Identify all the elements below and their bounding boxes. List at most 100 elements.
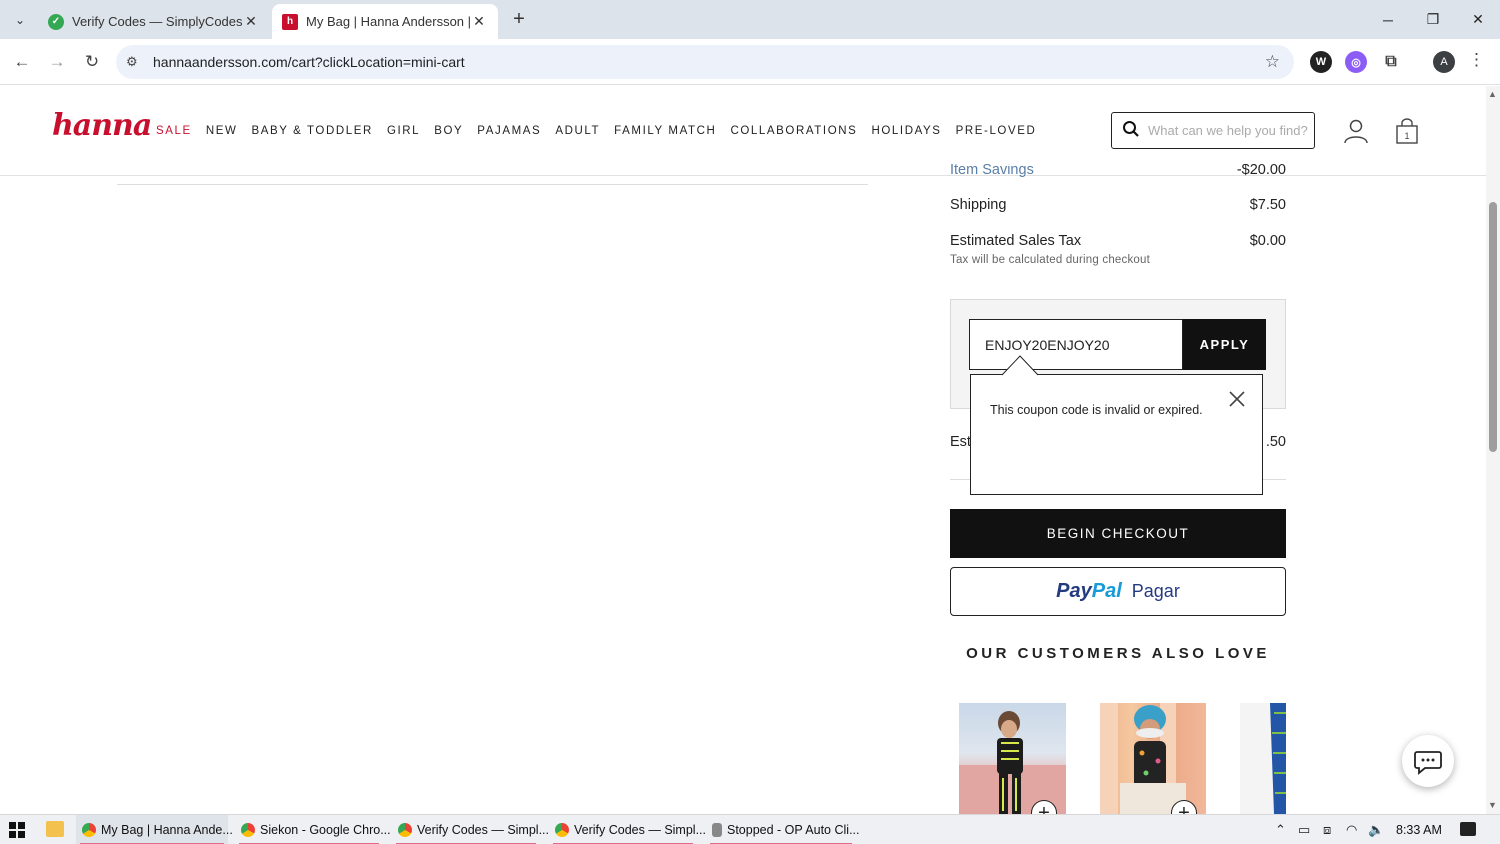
popover-arrow — [1002, 355, 1039, 376]
paypal-label: Pagar — [1131, 581, 1180, 601]
bag-count: 1 — [1404, 131, 1409, 141]
tax-row: Estimated Sales Tax $0.00 — [950, 233, 1286, 249]
chat-widget-button[interactable] — [1402, 735, 1454, 787]
paypal-button[interactable]: Pay Pal Pagar — [950, 567, 1286, 616]
search-icon — [1122, 120, 1140, 143]
battery-icon[interactable]: ▭ — [1298, 822, 1310, 838]
address-bar[interactable]: ⚙ hannaandersson.com/cart?clickLocation=… — [116, 45, 1294, 79]
taskbar-item-op-auto-clicker[interactable]: Stopped - OP Auto Cli... — [706, 815, 860, 844]
url-text[interactable]: hannaandersson.com/cart?clickLocation=mi… — [153, 54, 465, 70]
tablet-icon[interactable]: ⧈ — [1323, 822, 1331, 838]
close-popover-icon[interactable] — [1227, 389, 1247, 409]
chrome-icon — [241, 823, 255, 837]
wifi-icon[interactable]: ◠ — [1346, 822, 1357, 838]
tab-title: My Bag | Hanna Andersson | Ha — [306, 14, 470, 29]
volume-icon[interactable]: 🔈 — [1368, 822, 1384, 838]
profile-avatar[interactable]: A — [1433, 51, 1455, 73]
coupon-error-popover: This coupon code is invalid or expired. — [970, 374, 1263, 495]
close-tab-icon[interactable]: ✕ — [242, 13, 260, 30]
item-savings-label[interactable]: Item Savings — [950, 164, 1034, 178]
nav-adult[interactable]: ADULT — [555, 125, 600, 137]
notification-center-icon[interactable] — [1460, 822, 1476, 836]
also-love-heading: OUR CUSTOMERS ALSO LOVE — [966, 645, 1270, 662]
simplycodes-favicon-icon: ✓ — [48, 13, 64, 30]
chat-icon — [1414, 751, 1442, 775]
site-search-input[interactable]: What can we help you find? — [1111, 112, 1315, 149]
bookmark-star-icon[interactable]: ☆ — [1265, 52, 1280, 72]
scrollbar-thumb[interactable] — [1489, 202, 1497, 452]
new-tab-button[interactable]: + — [508, 8, 530, 30]
tray-overflow-icon[interactable]: ⌃ — [1275, 822, 1286, 838]
tab-title: Verify Codes — SimplyCodes — [72, 14, 242, 29]
reload-icon[interactable]: ↻ — [79, 49, 105, 75]
file-explorer-icon[interactable] — [46, 821, 64, 837]
taskbar-item-label: Verify Codes — Simpl... — [417, 823, 549, 837]
account-icon[interactable] — [1343, 118, 1369, 144]
nav-family-match[interactable]: FAMILY MATCH — [614, 125, 716, 137]
tab-my-bag[interactable]: h My Bag | Hanna Andersson | Ha ✕ — [272, 4, 498, 39]
product-card[interactable]: + — [959, 703, 1066, 814]
shipping-row: Shipping $7.50 — [950, 197, 1286, 213]
system-clock[interactable]: 8:33 AM — [1396, 823, 1442, 837]
windows-taskbar: My Bag | Hanna Ande... Siekon - Google C… — [0, 814, 1500, 844]
site-header: hanna SALE NEW BABY & TODDLER GIRL BOY P… — [0, 86, 1486, 176]
shipping-label: Shipping — [950, 197, 1007, 213]
browser-toolbar: ← → ↻ ⚙ hannaandersson.com/cart?clickLoc… — [0, 39, 1500, 85]
scroll-down-icon[interactable]: ▼ — [1488, 800, 1497, 810]
coupon-error-message: This coupon code is invalid or expired. — [990, 403, 1203, 417]
nav-baby-toddler[interactable]: BABY & TODDLER — [251, 125, 372, 137]
close-window-icon[interactable]: ✕ — [1455, 0, 1500, 39]
hanna-logo[interactable]: hanna — [52, 108, 152, 143]
back-icon[interactable]: ← — [9, 49, 35, 75]
hanna-favicon-icon: h — [282, 13, 298, 30]
paypal-logo-pal: Pal — [1091, 580, 1122, 602]
nav-pre-loved[interactable]: PRE-LOVED — [956, 125, 1037, 137]
taskbar-item-verify-codes[interactable]: Verify Codes — Simpl... — [392, 815, 549, 844]
tab-verify-codes[interactable]: ✓ Verify Codes — SimplyCodes ✕ — [38, 4, 270, 39]
estimated-total-value: .50 — [1265, 434, 1286, 450]
begin-checkout-button[interactable]: BEGIN CHECKOUT — [950, 509, 1286, 558]
tab-search-button[interactable]: ⌄ — [8, 8, 32, 32]
chrome-icon — [555, 823, 569, 837]
cart-items-divider — [117, 184, 868, 185]
extension-w-icon[interactable]: W — [1310, 51, 1332, 73]
scroll-up-icon[interactable]: ▲ — [1488, 89, 1497, 99]
nav-pajamas[interactable]: PAJAMAS — [477, 125, 541, 137]
product-card[interactable]: + — [1100, 703, 1206, 814]
site-info-icon[interactable]: ⚙ — [126, 54, 138, 70]
extensions-puzzle-icon[interactable]: ⧉ — [1380, 51, 1402, 73]
nav-new[interactable]: NEW — [206, 125, 238, 137]
taskbar-item-label: My Bag | Hanna Ande... — [101, 823, 233, 837]
product-image — [959, 711, 1066, 814]
taskbar-item-verify-codes-2[interactable]: Verify Codes — Simpl... — [549, 815, 706, 844]
nav-girl[interactable]: GIRL — [387, 125, 420, 137]
taskbar-item-siekon[interactable]: Siekon - Google Chro... — [235, 815, 391, 844]
taskbar-item-label: Siekon - Google Chro... — [260, 823, 391, 837]
shopping-bag-icon[interactable]: 1 — [1395, 118, 1419, 144]
chrome-icon — [398, 823, 412, 837]
nav-boy[interactable]: BOY — [434, 125, 463, 137]
main-navigation: SALE NEW BABY & TODDLER GIRL BOY PAJAMAS… — [156, 125, 1036, 137]
taskbar-item-my-bag[interactable]: My Bag | Hanna Ande... — [76, 815, 233, 844]
windows-start-icon[interactable] — [9, 822, 25, 838]
forward-icon[interactable]: → — [44, 49, 70, 75]
product-image — [1100, 703, 1186, 814]
product-card[interactable] — [1240, 703, 1286, 814]
search-placeholder: What can we help you find? — [1148, 123, 1308, 138]
item-savings-row: Item Savings -$20.00 — [950, 164, 1286, 178]
browser-tab-strip: ⌄ ✓ Verify Codes — SimplyCodes ✕ h My Ba… — [0, 0, 1500, 39]
nav-holidays[interactable]: HOLIDAYS — [871, 125, 941, 137]
extension-purple-icon[interactable]: ◎ — [1345, 51, 1367, 73]
item-savings-value: -$20.00 — [1236, 164, 1286, 178]
tax-note: Tax will be calculated during checkout — [950, 254, 1151, 266]
taskbar-item-label: Stopped - OP Auto Cli... — [727, 823, 860, 837]
browser-menu-icon[interactable]: ⋮ — [1468, 50, 1485, 70]
product-image — [1270, 703, 1286, 814]
nav-sale[interactable]: SALE — [156, 125, 192, 137]
apply-coupon-button[interactable]: APPLY — [1183, 319, 1266, 370]
nav-collaborations[interactable]: COLLABORATIONS — [730, 125, 857, 137]
close-tab-icon[interactable]: ✕ — [470, 13, 488, 30]
mouse-icon — [712, 823, 722, 837]
restore-icon[interactable]: ❐ — [1410, 0, 1456, 39]
minimize-icon[interactable]: ─ — [1365, 0, 1411, 39]
